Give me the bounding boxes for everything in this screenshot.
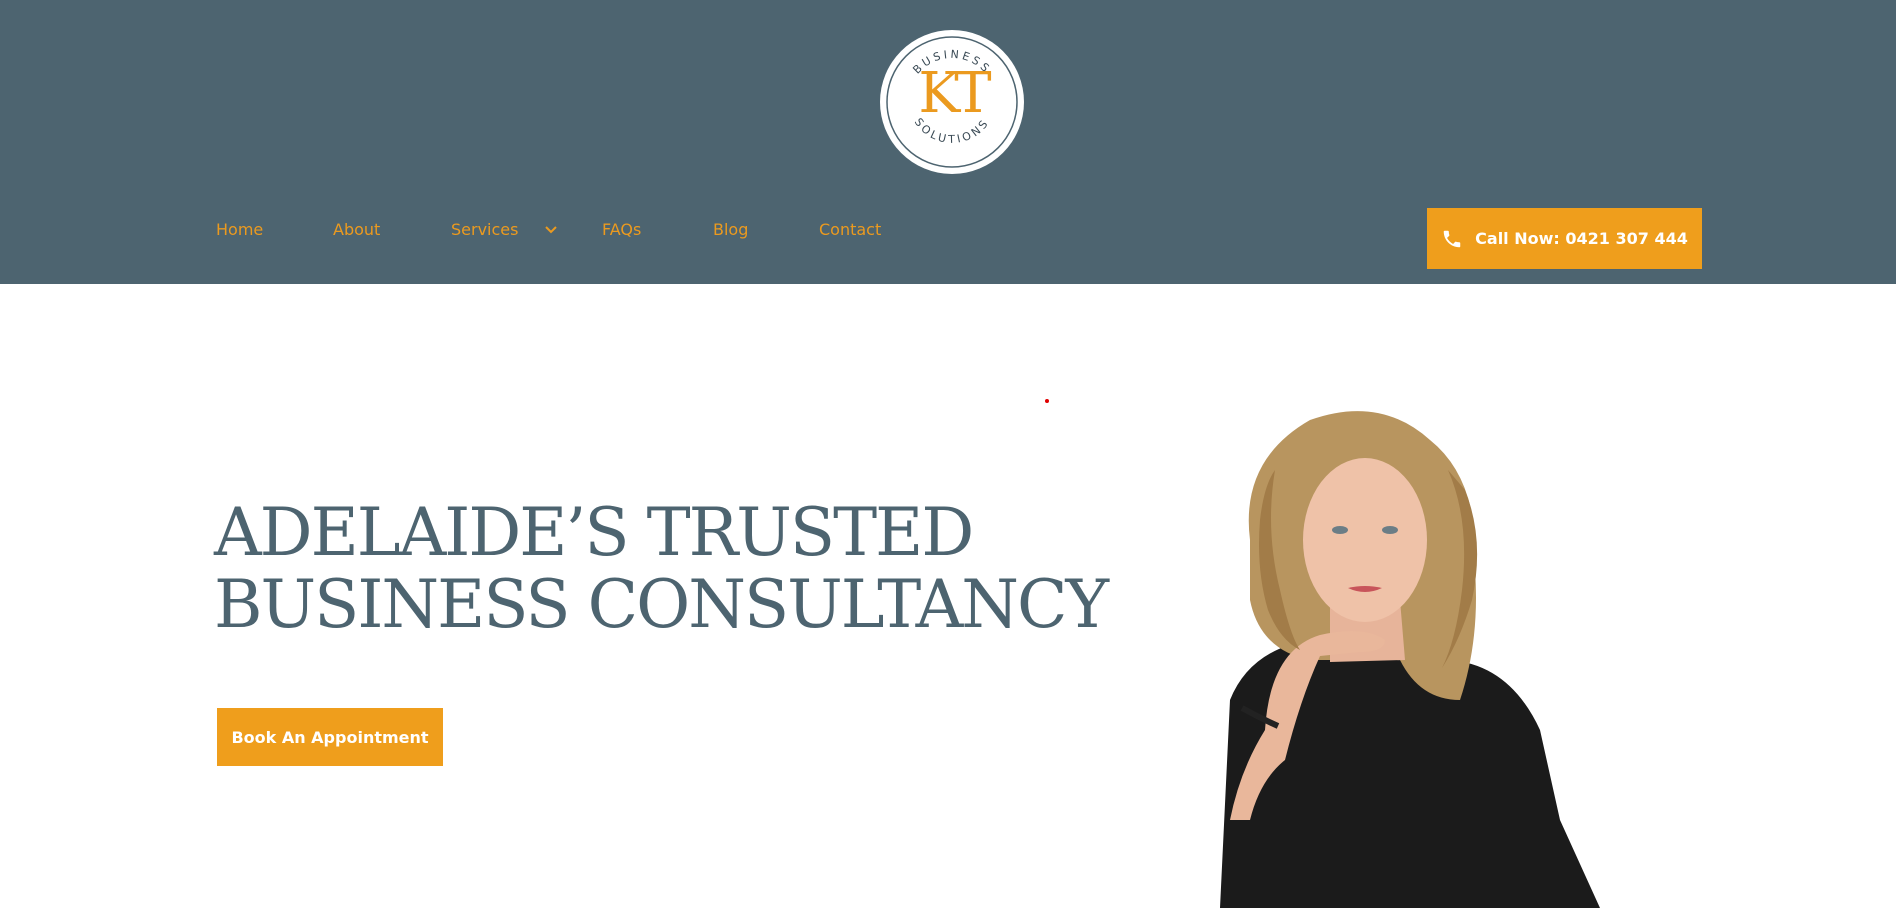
nav-faqs[interactable]: FAQs bbox=[602, 218, 641, 242]
call-now-button[interactable]: Call Now: 0421 307 444 bbox=[1427, 208, 1702, 269]
nav-contact[interactable]: Contact bbox=[819, 218, 881, 242]
nav-about[interactable]: About bbox=[333, 218, 380, 242]
hero-title: ADELAIDE’S TRUSTED BUSINESS CONSULTANCY bbox=[214, 494, 1109, 643]
consultant-portrait-image bbox=[1220, 411, 1600, 908]
nav-services[interactable]: Services bbox=[451, 218, 518, 242]
book-appointment-button[interactable]: Book An Appointment bbox=[217, 708, 443, 766]
hero-title-line-2: BUSINESS CONSULTANCY bbox=[214, 566, 1109, 643]
chevron-down-icon[interactable] bbox=[544, 223, 558, 237]
nav-blog[interactable]: Blog bbox=[713, 218, 748, 242]
nav-home[interactable]: Home bbox=[216, 218, 263, 242]
phone-icon bbox=[1443, 230, 1461, 247]
site-logo[interactable]: BUSINESS SOLUTIONS KT bbox=[880, 30, 1024, 174]
hero-title-line-1: ADELAIDE’S TRUSTED bbox=[214, 494, 974, 571]
red-dot-marker bbox=[1045, 399, 1049, 403]
logo-mark: KT bbox=[918, 61, 991, 126]
call-now-label: Call Now: 0421 307 444 bbox=[1475, 229, 1688, 248]
site-header: BUSINESS SOLUTIONS KT Home About Service… bbox=[0, 0, 1896, 284]
